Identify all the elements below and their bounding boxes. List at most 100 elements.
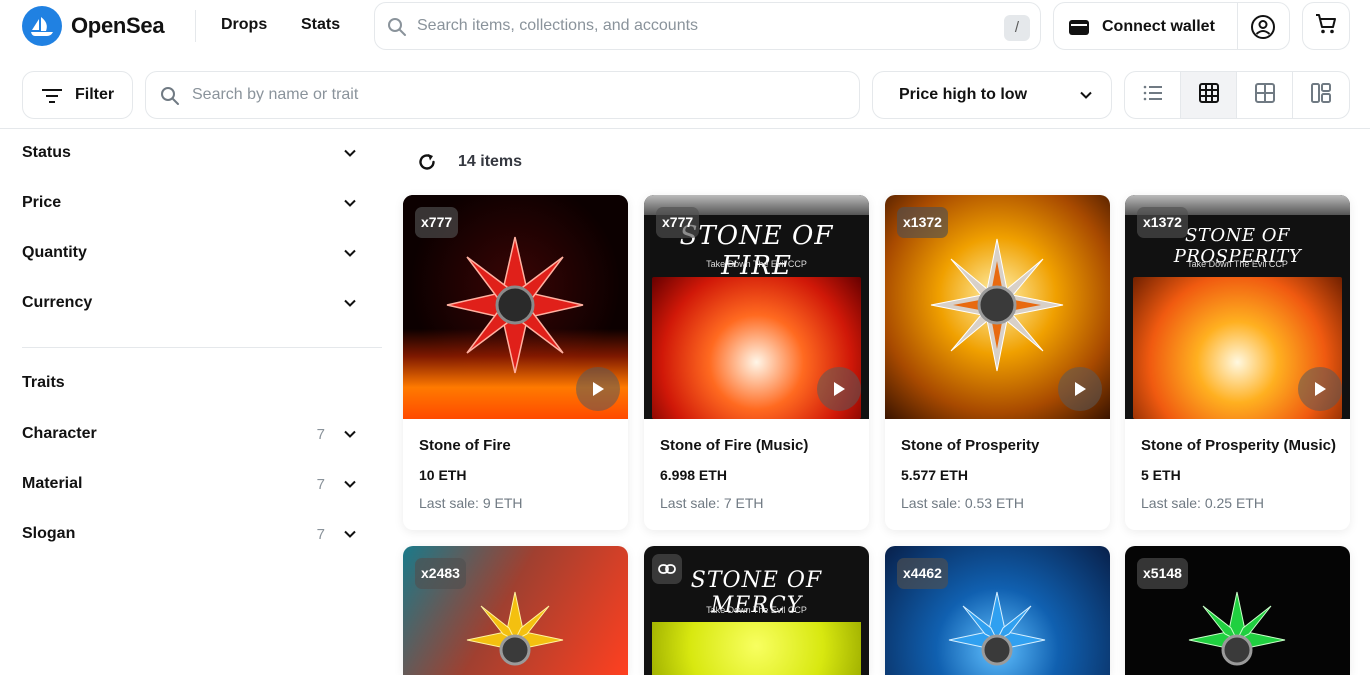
- nft-image[interactable]: x2483: [403, 546, 628, 675]
- play-button[interactable]: [817, 367, 861, 411]
- play-button[interactable]: [576, 367, 620, 411]
- play-button[interactable]: [1298, 367, 1342, 411]
- nft-card[interactable]: x2483: [403, 546, 628, 675]
- wallet-icon: [1068, 17, 1090, 42]
- art-subtitle: Take Down The Evil CCP: [706, 605, 807, 615]
- nft-card[interactable]: STONE OF PROSPERITY Take Down The Evil C…: [1125, 195, 1350, 530]
- play-icon: [834, 382, 845, 396]
- nav-stats-link[interactable]: Stats: [301, 16, 340, 34]
- mosaic-view-button[interactable]: [1293, 72, 1349, 118]
- nft-name: Stone of Fire: [419, 437, 511, 454]
- trait-material[interactable]: Material 7: [22, 470, 362, 500]
- opensea-logo-icon[interactable]: [22, 6, 62, 46]
- nft-card[interactable]: x1372 Stone of Prosperity 5.577 ETH Last…: [885, 195, 1110, 530]
- grid-view-button[interactable]: [1181, 72, 1237, 118]
- link-badge: [652, 554, 682, 584]
- link-icon: [658, 564, 676, 574]
- nft-image[interactable]: x5148: [1125, 546, 1350, 675]
- trait-search-input[interactable]: Search by name or trait: [145, 71, 860, 119]
- search-icon: [160, 86, 180, 111]
- art-subtitle: Take Down The Evil CCP: [706, 259, 807, 269]
- filter-label: Price: [22, 194, 62, 211]
- nft-card[interactable]: x777 Stone of Fire 10 ETH Last sale: 9 E…: [403, 195, 628, 530]
- nft-image[interactable]: STONE OF PROSPERITY Take Down The Evil C…: [1125, 195, 1350, 419]
- nft-card[interactable]: STONE OF MERCY Take Down The Evil CCP: [644, 546, 869, 675]
- grid-view-icon: [1198, 82, 1219, 108]
- nft-price: 6.998 ETH: [660, 467, 727, 483]
- traits-heading: Traits: [22, 374, 65, 391]
- nft-image[interactable]: x777: [403, 195, 628, 419]
- nft-last-sale: Last sale: 0.53 ETH: [901, 495, 1024, 511]
- sidebar-divider: [22, 347, 382, 348]
- connect-wallet-label: Connect wallet: [1102, 18, 1215, 35]
- edition-badge: x5148: [1137, 558, 1188, 589]
- connect-wallet-button[interactable]: Connect wallet: [1053, 2, 1290, 50]
- nft-last-sale: Last sale: 7 ETH: [660, 495, 764, 511]
- filter-quantity[interactable]: Quantity: [22, 239, 362, 269]
- nft-price: 5 ETH: [1141, 467, 1181, 483]
- nft-card[interactable]: x5148: [1125, 546, 1350, 675]
- filter-status[interactable]: Status: [22, 139, 362, 169]
- filter-icon: [41, 87, 63, 110]
- nav-divider: [195, 10, 196, 42]
- stone-artwork-icon: [948, 591, 1046, 666]
- chevron-down-icon: [343, 527, 357, 546]
- chevron-down-icon: [343, 427, 357, 446]
- trait-count: 7: [316, 526, 325, 543]
- list-view-button[interactable]: [1125, 72, 1181, 118]
- play-icon: [593, 382, 604, 396]
- edition-badge: x2483: [415, 558, 466, 589]
- play-icon: [1315, 382, 1326, 396]
- stone-artwork-icon: [1188, 591, 1286, 666]
- items-count: 14 items: [458, 153, 523, 170]
- account-icon[interactable]: [1250, 14, 1276, 45]
- nft-image[interactable]: x4462: [885, 546, 1110, 675]
- nft-card[interactable]: STONE OF FIRE Take Down The Evil CCP x77…: [644, 195, 869, 530]
- trait-count: 7: [316, 426, 325, 443]
- nft-card[interactable]: x4462: [885, 546, 1110, 675]
- filter-price[interactable]: Price: [22, 189, 362, 219]
- mosaic-view-icon: [1311, 82, 1331, 108]
- play-icon: [1075, 382, 1086, 396]
- trait-label: Slogan: [22, 525, 76, 542]
- trait-slogan[interactable]: Slogan 7: [22, 520, 362, 550]
- stone-artwork-icon: [930, 238, 1064, 372]
- play-button[interactable]: [1058, 367, 1102, 411]
- nav-drops-link[interactable]: Drops: [221, 16, 267, 34]
- refresh-icon[interactable]: [417, 152, 437, 177]
- trait-label: Character: [22, 425, 97, 442]
- top-navigation: OpenSea Drops Stats Search items, collec…: [0, 0, 1370, 52]
- stone-artwork-icon: [466, 591, 564, 666]
- chevron-down-icon: [1079, 88, 1093, 107]
- filter-button[interactable]: Filter: [22, 71, 133, 119]
- filter-sidebar: Status Price Quantity Currency Traits Ch…: [0, 129, 385, 675]
- view-mode-toggle: [1124, 71, 1350, 119]
- filter-currency[interactable]: Currency: [22, 289, 362, 319]
- filter-label: Filter: [75, 86, 115, 103]
- cart-button[interactable]: [1302, 2, 1350, 50]
- cart-icon: [1315, 13, 1337, 40]
- trait-search-placeholder: Search by name or trait: [192, 86, 359, 103]
- art-subtitle: Take Down The Evil CCP: [1187, 259, 1288, 269]
- chevron-down-icon: [343, 296, 357, 315]
- filter-label: Quantity: [22, 244, 87, 261]
- nft-price: 5.577 ETH: [901, 467, 968, 483]
- edition-badge: x777: [415, 207, 459, 238]
- brand-name[interactable]: OpenSea: [71, 13, 165, 39]
- global-search-input[interactable]: Search items, collections, and accounts …: [374, 2, 1041, 50]
- global-search-placeholder: Search items, collections, and accounts: [417, 17, 699, 34]
- large-grid-icon: [1254, 82, 1275, 108]
- trait-character[interactable]: Character 7: [22, 420, 362, 450]
- nft-name: Stone of Fire (Music): [660, 437, 809, 454]
- stone-artwork-icon: [446, 236, 584, 374]
- filter-label: Currency: [22, 294, 93, 311]
- nft-name: Stone of Prosperity (Music): [1141, 437, 1337, 454]
- sort-select[interactable]: Price high to low: [872, 71, 1112, 119]
- nft-image[interactable]: x1372: [885, 195, 1110, 419]
- nft-image[interactable]: STONE OF FIRE Take Down The Evil CCP x77…: [644, 195, 869, 419]
- nft-name: Stone of Prosperity: [901, 437, 1040, 454]
- nft-image[interactable]: STONE OF MERCY Take Down The Evil CCP: [644, 546, 869, 675]
- sort-value: Price high to low: [899, 86, 1028, 103]
- large-grid-view-button[interactable]: [1237, 72, 1293, 118]
- edition-badge: x1372: [1137, 207, 1188, 238]
